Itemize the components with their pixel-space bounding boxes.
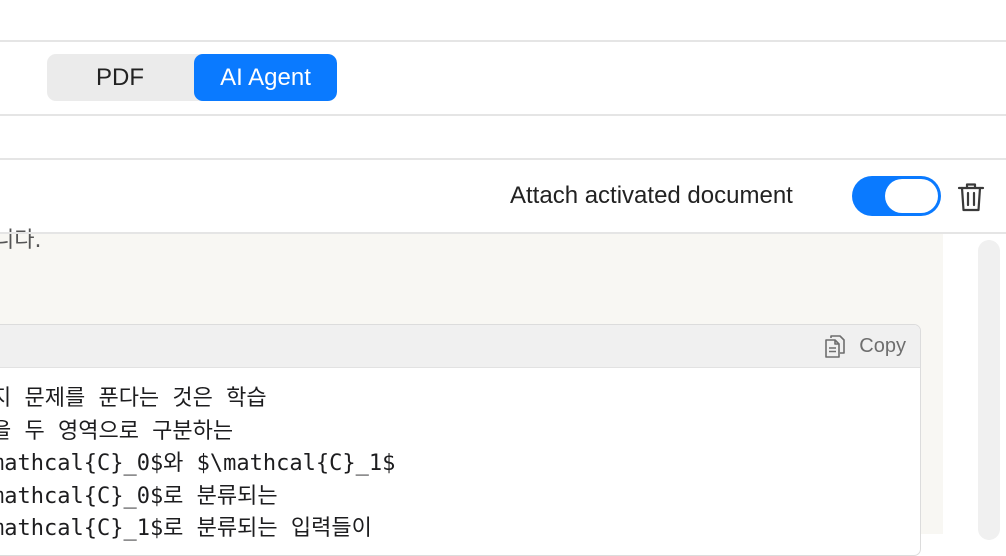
copy-icon [825,335,846,358]
divider [0,40,1006,42]
code-line: 을 두 영역으로 구분하는 [0,418,234,444]
code-line: 지 문제를 푼다는 것은 학습 [0,386,267,411]
copy-button[interactable]: Copy [825,333,906,359]
trash-icon[interactable] [957,181,985,213]
code-line: mathcal{C}_0$로 분류되는 [0,483,278,509]
view-mode-switch: PDF AI Agent [47,54,337,101]
tab-pdf[interactable]: PDF [47,54,193,101]
copy-label: Copy [859,334,906,357]
toggle-knob [885,179,938,213]
attach-document-label: Attach activated document [510,182,793,209]
code-line: mathcal{C}_0$와 $\mathcal{C}_1$ [0,451,396,476]
divider [0,158,1006,160]
code-line: mathcal{C}_1$로 분류되는 입력들이 [0,516,372,541]
divider [0,114,1006,116]
code-block: Copy 지 문제를 푼다는 것은 학습 을 두 영역으로 구분하는 mathc… [0,324,921,556]
divider [0,232,1006,234]
code-content: 지 문제를 푼다는 것은 학습 을 두 영역으로 구분하는 mathcal{C}… [0,383,395,546]
message-text: 니다. [0,228,42,253]
attach-document-toggle[interactable] [852,176,941,216]
tab-ai-agent[interactable]: AI Agent [194,54,337,101]
chat-scrollbar[interactable] [978,240,1000,540]
code-block-header: Copy [0,325,920,368]
